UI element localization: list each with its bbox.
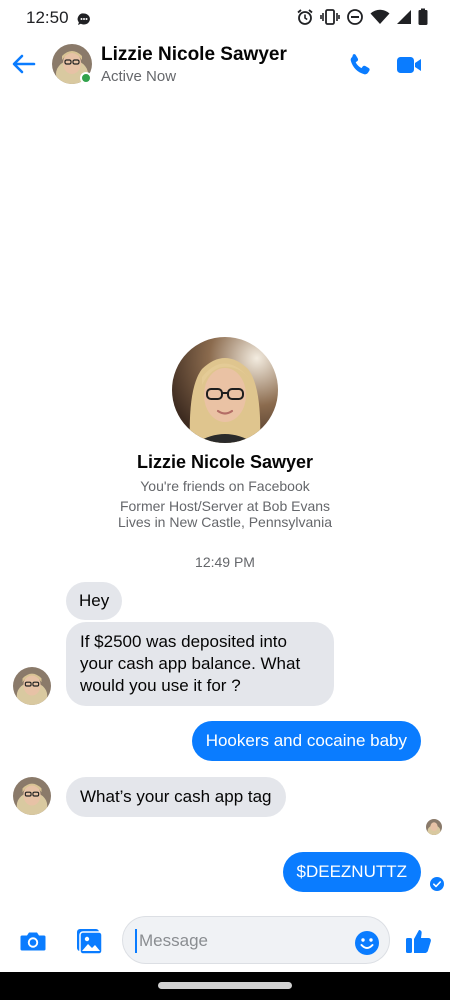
camera-icon	[20, 932, 46, 951]
sender-avatar[interactable]	[13, 667, 51, 705]
signal-icon	[396, 8, 412, 26]
work-info: Former Host/Server at Bob Evans	[119, 498, 331, 514]
arrow-left-icon	[12, 54, 36, 74]
chat-header: Lizzie Nicole Sawyer Active Now	[0, 36, 450, 96]
video-camera-icon	[397, 57, 421, 73]
wifi-icon	[370, 8, 390, 26]
incoming-message[interactable]: What’s your cash app tag	[66, 777, 286, 817]
incoming-message[interactable]: If $2500 was deposited into your cash ap…	[66, 622, 334, 706]
status-icons	[296, 8, 428, 26]
profile-photo[interactable]	[172, 337, 278, 443]
location-info: Lives in New Castle, Pennsylvania	[118, 514, 332, 530]
message-input-container[interactable]	[122, 916, 390, 964]
home-gesture-handle[interactable]	[158, 982, 292, 989]
phone-icon	[350, 54, 370, 75]
friends-status: You're friends on Facebook	[140, 478, 310, 494]
dnd-icon	[346, 8, 364, 26]
status-time: 12:50	[26, 8, 69, 27]
outgoing-message[interactable]: Hookers and cocaine baby	[191, 721, 421, 761]
message-input[interactable]	[135, 929, 345, 953]
sender-avatar[interactable]	[13, 777, 51, 815]
vibrate-icon	[320, 8, 340, 26]
smiley-icon	[355, 931, 379, 955]
status-bar: 12:50	[0, 0, 450, 36]
image-gallery-icon	[77, 929, 103, 955]
back-button[interactable]	[10, 50, 38, 78]
alarm-icon	[296, 8, 314, 26]
contact-name[interactable]: Lizzie Nicole Sawyer	[101, 44, 287, 66]
battery-icon	[418, 8, 428, 26]
thumbs-up-icon	[406, 930, 431, 953]
system-navigation-bar	[0, 972, 450, 1000]
voice-call-button[interactable]	[345, 50, 375, 80]
delivered-check-icon	[430, 877, 444, 891]
online-indicator	[80, 72, 92, 84]
profile-name: Lizzie Nicole Sawyer	[136, 452, 314, 472]
chat-bubble-icon	[76, 12, 92, 33]
video-call-button[interactable]	[394, 50, 424, 80]
read-receipt-avatar	[426, 819, 442, 835]
camera-button[interactable]	[18, 926, 48, 956]
incoming-message[interactable]: Hey	[66, 582, 123, 620]
message-composer	[0, 910, 450, 970]
active-status: Active Now	[101, 68, 177, 85]
message-timestamp: 12:49 PM	[195, 554, 255, 570]
emoji-button[interactable]	[354, 930, 380, 956]
gallery-button[interactable]	[74, 926, 104, 956]
like-button[interactable]	[404, 926, 434, 956]
outgoing-message[interactable]: $DEEZNUTTZ	[282, 852, 421, 892]
